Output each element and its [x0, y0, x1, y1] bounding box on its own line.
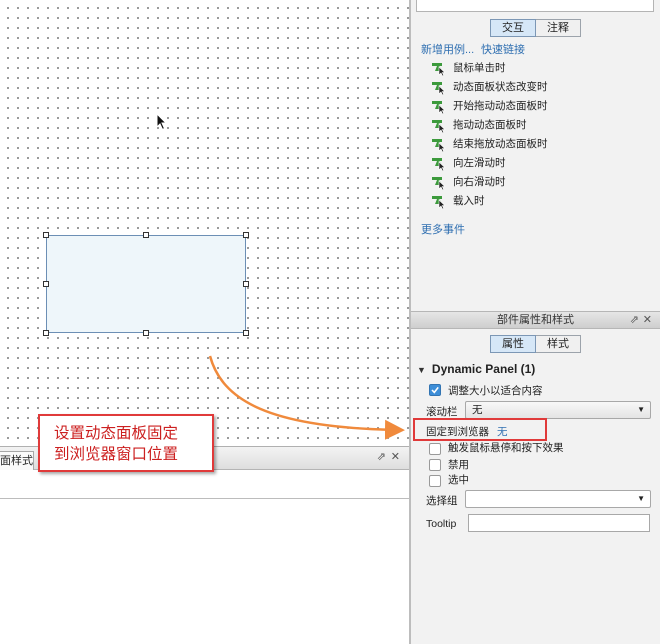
- callout-line-2: 到浏览器窗口位置: [54, 446, 179, 463]
- callout-line-1: 设置动态面板固定: [54, 425, 179, 442]
- highlight-box: [413, 418, 547, 441]
- annotation-arrow: [208, 355, 405, 440]
- annotation-callout: 设置动态面板固定 到浏览器窗口位置: [38, 414, 214, 472]
